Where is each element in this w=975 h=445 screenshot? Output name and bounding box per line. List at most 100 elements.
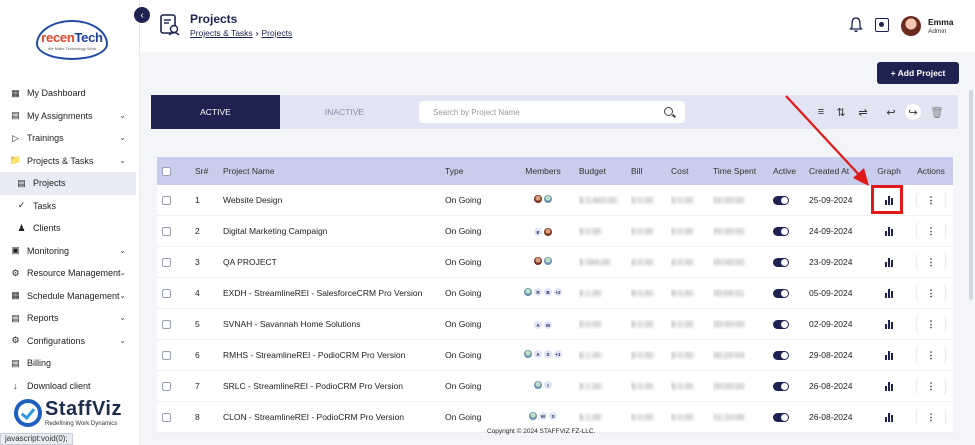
bar-chart-icon[interactable] [885, 320, 893, 330]
col-project-name[interactable]: Project Name [223, 166, 445, 176]
project-name[interactable]: SRLC - StreamlineREI - PodioCRM Pro Vers… [223, 381, 445, 391]
sidebar-item-projects-tasks[interactable]: 📁 Projects & Tasks ⌄ [0, 150, 136, 173]
row-checkbox[interactable] [162, 320, 171, 330]
active-toggle[interactable] [773, 320, 789, 330]
project-name[interactable]: QA PROJECT [223, 257, 445, 267]
member-initial[interactable]: E [534, 228, 542, 237]
member-avatar[interactable] [524, 288, 532, 296]
row-actions-button[interactable]: ⋮ [917, 378, 945, 394]
members-group[interactable] [534, 257, 552, 265]
project-name[interactable]: Digital Marketing Campaign [223, 226, 445, 236]
row-checkbox[interactable] [162, 413, 171, 423]
sidebar-item-tasks[interactable]: ✓ Tasks [0, 195, 136, 218]
row-checkbox[interactable] [162, 196, 171, 206]
sidebar-item-reports[interactable]: ▤ Reports ⌄ [0, 307, 136, 330]
chevron-left-icon[interactable]: ‹ [134, 7, 150, 23]
bell-icon[interactable] [849, 17, 863, 33]
active-toggle[interactable] [773, 413, 789, 423]
member-initial[interactable]: M [544, 321, 552, 330]
row-checkbox[interactable] [162, 258, 171, 268]
list-view-icon[interactable]: ≡ [813, 104, 829, 120]
sidebar-item-my-dashboard[interactable]: ▦ My Dashboard [0, 82, 136, 105]
sidebar-item-projects[interactable]: ▤ Projects [0, 172, 136, 195]
project-name[interactable]: EXDH - StreamlineREI - SalesforceCRM Pro… [223, 288, 445, 298]
page-scrollbar[interactable] [969, 90, 973, 300]
bar-chart-icon[interactable] [885, 351, 893, 361]
members-group[interactable]: R B +2 [524, 288, 562, 296]
sidebar-item-trainings[interactable]: ▷ Trainings ⌄ [0, 127, 136, 150]
sidebar-item-resource-management[interactable]: ⚙ Resource Management ⌄ [0, 262, 136, 285]
row-actions-button[interactable]: ⋮ [917, 347, 945, 363]
members-group[interactable]: E [534, 228, 552, 237]
member-initial[interactable]: S [549, 412, 557, 420]
member-initial[interactable]: I [544, 381, 552, 389]
member-initial[interactable]: A [534, 321, 542, 330]
bar-chart-icon[interactable] [885, 413, 893, 423]
breadcrumb-projects-tasks[interactable]: Projects & Tasks [190, 28, 253, 38]
id-card-icon[interactable] [875, 18, 889, 32]
active-toggle[interactable] [773, 196, 789, 206]
active-toggle[interactable] [773, 227, 789, 237]
member-initial[interactable]: +2 [554, 288, 562, 296]
active-toggle[interactable] [773, 351, 789, 361]
project-name[interactable]: Website Design [223, 195, 445, 205]
active-toggle[interactable] [773, 382, 789, 392]
row-actions-button[interactable]: ⋮ [917, 223, 945, 239]
members-group[interactable]: AM [534, 321, 552, 330]
member-avatar[interactable] [534, 257, 542, 265]
member-avatar[interactable] [524, 350, 532, 358]
tab-inactive[interactable]: INACTIVE [280, 95, 409, 129]
add-project-button[interactable]: + Add Project [877, 62, 959, 84]
row-checkbox[interactable] [162, 382, 171, 392]
project-name[interactable]: CLON - StreamlineREI - PodioCRM Pro Vers… [223, 412, 445, 422]
import-icon[interactable]: ↩ [883, 104, 899, 120]
project-name[interactable]: SVNAH - Savannah Home Solutions [223, 319, 445, 329]
sidebar-item-billing[interactable]: ▤ Billing [0, 352, 136, 375]
member-initial[interactable]: M [539, 412, 547, 420]
member-initial[interactable]: +1 [554, 350, 562, 358]
row-actions-button[interactable]: ⋮ [917, 192, 945, 208]
bar-chart-icon[interactable] [885, 382, 893, 392]
sidebar-item-my-assignments[interactable]: ▤ My Assignments ⌄ [0, 105, 136, 128]
bar-chart-icon[interactable] [885, 289, 893, 299]
search-input[interactable] [419, 101, 649, 123]
bar-chart-icon[interactable] [885, 258, 893, 268]
row-actions-button[interactable]: ⋮ [917, 316, 945, 332]
member-avatar[interactable] [544, 257, 552, 265]
row-checkbox[interactable] [162, 289, 171, 299]
sidebar-item-download-client[interactable]: ↓ Download client [0, 375, 136, 398]
row-checkbox[interactable] [162, 351, 171, 361]
members-group[interactable] [534, 195, 552, 203]
user-avatar[interactable] [901, 16, 921, 36]
tab-active[interactable]: ACTIVE [151, 95, 280, 129]
recentech-logo[interactable]: recenTech We Make Technology Work [36, 20, 108, 60]
member-initial[interactable]: S [544, 350, 552, 358]
member-avatar[interactable] [534, 195, 542, 203]
row-actions-button[interactable]: ⋮ [917, 285, 945, 301]
search-icon[interactable] [664, 107, 673, 116]
members-group[interactable]: MS [529, 412, 557, 420]
breadcrumb-projects[interactable]: Projects [262, 28, 293, 38]
sidebar-item-configurations[interactable]: ⚙ Configurations ⌄ [0, 330, 136, 353]
bar-chart-icon[interactable] [885, 227, 893, 237]
member-initial[interactable]: B [544, 288, 552, 296]
sidebar-item-monitoring[interactable]: ▣ Monitoring ⌄ [0, 240, 136, 263]
export-icon[interactable]: ↪ [905, 104, 921, 120]
members-group[interactable]: I [534, 381, 552, 389]
filter-sliders-icon[interactable]: ⇌ [855, 104, 871, 120]
user-name[interactable]: Emma [928, 17, 954, 27]
member-initial[interactable]: A [534, 350, 542, 358]
row-actions-button[interactable]: ⋮ [917, 409, 945, 425]
member-avatar[interactable] [544, 228, 552, 237]
sort-icon[interactable]: ⇅ [833, 104, 849, 120]
member-initial[interactable]: R [534, 288, 542, 296]
member-avatar[interactable] [529, 412, 537, 420]
active-toggle[interactable] [773, 258, 789, 268]
members-group[interactable]: A S +1 [524, 350, 562, 358]
project-name[interactable]: RMHS - StreamlineREI - PodioCRM Pro Vers… [223, 350, 445, 360]
member-avatar[interactable] [544, 195, 552, 203]
trash-icon[interactable]: 🗑 [929, 104, 945, 120]
active-toggle[interactable] [773, 289, 789, 299]
sidebar-item-schedule-management[interactable]: ▦ Schedule Management ⌄ [0, 285, 136, 308]
sidebar-item-clients[interactable]: ♟ Clients [0, 217, 136, 240]
